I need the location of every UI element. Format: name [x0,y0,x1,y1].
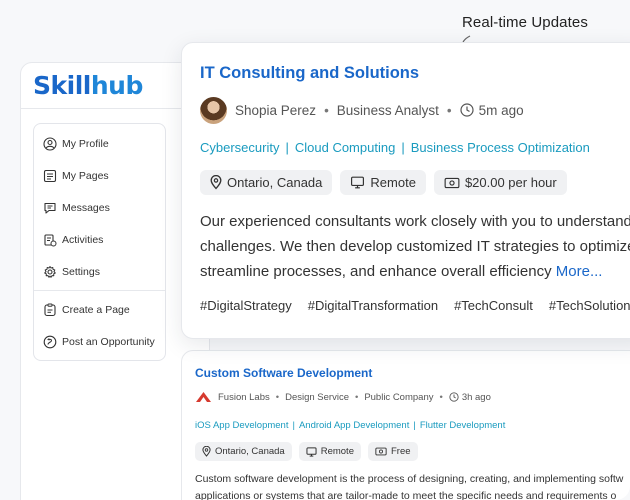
activities-icon [44,234,57,247]
pages-icon [43,169,57,183]
location-chip: Ontario, Canada [195,442,292,461]
fusion-labs-logo-icon [196,392,211,402]
sidebar-item-messages[interactable]: Messages [43,198,110,218]
gear-icon [44,266,56,278]
author-name[interactable]: Shopia Perez [235,103,316,118]
skill-tag[interactable]: iOS App Development [195,420,288,431]
skill-tag[interactable]: Flutter Development [420,420,506,431]
message-icon [44,202,56,214]
sidebar-item-settings[interactable]: Settings [43,262,100,282]
skill-tag[interactable]: Cybersecurity [200,140,279,155]
sidebar-item-post-opportunity[interactable]: Post an Opportunity [43,332,155,352]
post-meta: Fusion Labs • Design Service • Public Co… [195,391,491,403]
hashtag[interactable]: #DigitalStrategy [200,298,292,313]
post-card-custom-software[interactable]: Custom Software Development Fusion Labs … [181,350,630,500]
sidebar-item-my-profile[interactable]: My Profile [43,134,109,154]
rate-chip: $20.00 per hour [433,170,567,195]
post-opportunity-icon [43,335,57,349]
post-card-it-consulting[interactable]: IT Consulting and Solutions Shopia Perez… [181,42,630,339]
hashtag[interactable]: #TechConsult [454,298,533,313]
money-icon [375,447,387,456]
skill-tag[interactable]: Android App Development [299,420,409,431]
user-circle-icon [43,137,57,151]
post-description: Custom software development is the proce… [195,473,624,500]
skill-tags: iOS App Development | Android App Developm… [195,420,506,431]
location-pin-icon [202,446,211,457]
location-chip: Ontario, Canada [200,170,333,195]
page-canvas: Real-time Updates Skillhub My Profile My… [0,0,630,500]
more-link[interactable]: More... [556,263,603,280]
sidebar-item-label: Create a Page [62,304,130,316]
post-title[interactable]: Custom Software Development [195,366,372,380]
location-pin-icon [210,175,222,190]
sidebar-item-label: My Profile [62,138,109,150]
monitor-icon [351,176,365,189]
post-time: 5m ago [478,102,524,118]
hashtag[interactable]: #TechSolutions [549,298,630,313]
author-role: Business Analyst [336,102,439,118]
clock-icon [449,392,459,402]
post-chips: Ontario, Canada Remote Free [195,442,425,461]
sidebar-item-label: Activities [62,234,104,246]
skillhub-logo[interactable]: Skillhub [33,71,143,100]
monitor-icon [306,446,317,457]
post-chips: Ontario, Canada Remote $20.00 per hour [200,170,575,195]
rate-chip: Free [367,442,418,461]
menu-divider [34,290,165,291]
sidebar-item-label: Post an Opportunity [62,336,155,348]
money-icon [444,177,460,188]
service-type: Design Service [285,391,349,403]
post-description: Our experienced consultants work closely… [200,213,630,280]
company-type: Public Company [364,391,434,403]
sidebar-item-label: My Pages [62,170,109,182]
sidebar-item-label: Messages [62,202,110,214]
work-mode-chip: Remote [340,170,426,195]
sidebar-item-activities[interactable]: Activities [43,230,103,250]
company-name[interactable]: Fusion Labs [218,392,270,403]
post-time: 3h ago [461,391,491,403]
skill-tags: Cybersecurity | Cloud Computing | Business P… [200,140,590,155]
create-page-icon [44,303,56,317]
post-title[interactable]: IT Consulting and Solutions [200,64,419,83]
post-meta: Shopia Perez • Business Analyst • 5m ago [200,95,524,125]
hashtags: #DigitalStrategy #DigitalTransformation #T… [200,298,630,313]
work-mode-chip: Remote [298,442,361,461]
hashtag[interactable]: #DigitalTransformation [308,298,438,313]
realtime-updates-annotation: Real-time Updates [462,14,588,31]
skill-tag[interactable]: Business Process Optimization [411,140,590,155]
sidebar-item-label: Settings [62,266,100,278]
clock-icon [459,103,474,117]
skill-tag[interactable]: Cloud Computing [295,140,395,155]
sidebar-menu: My Profile My Pages Messages Activities … [33,123,166,361]
avatar[interactable] [200,96,227,124]
sidebar-item-create-page[interactable]: Create a Page [43,300,130,320]
sidebar-item-my-pages[interactable]: My Pages [43,166,109,186]
